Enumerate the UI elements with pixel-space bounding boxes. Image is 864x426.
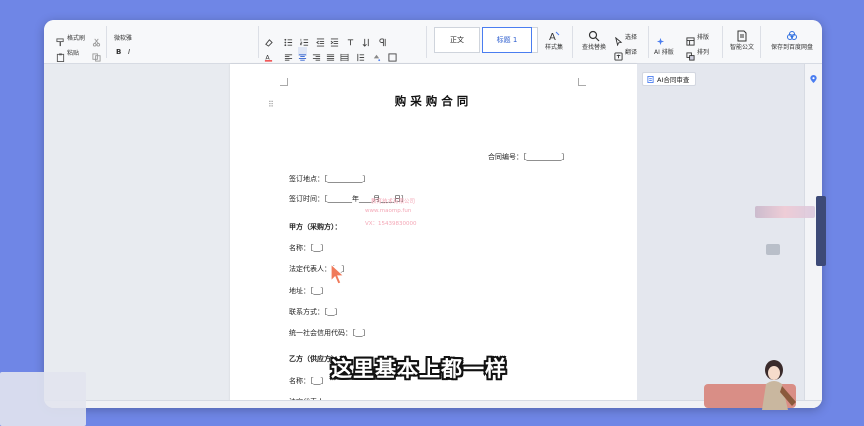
cloud-icon bbox=[786, 27, 798, 40]
numbered-list-icon[interactable] bbox=[300, 32, 309, 46]
save-to-cloud-button[interactable]: 保存到百度网盘 bbox=[766, 24, 818, 60]
contract-number: 合同编号：［__________］ bbox=[488, 153, 569, 161]
party-a-heading: 甲方（采购方）： bbox=[289, 223, 342, 231]
arrange-icon[interactable] bbox=[686, 46, 695, 61]
copy-icon[interactable] bbox=[92, 47, 101, 62]
margin-corner-tr bbox=[578, 78, 586, 86]
align-left-icon[interactable] bbox=[284, 47, 293, 61]
blurred-overlay-small bbox=[766, 244, 780, 255]
increase-indent-icon[interactable] bbox=[330, 32, 339, 47]
sign-place: 签订地点：［__________］ bbox=[289, 175, 370, 183]
paragraph-group bbox=[282, 24, 422, 62]
watermark-line-2: www.maomp.fun bbox=[365, 208, 412, 214]
show-marks-icon[interactable] bbox=[378, 32, 387, 47]
document-title: 购采购合同 bbox=[394, 94, 473, 108]
clipboard-group: 格式刷 粘贴 bbox=[52, 24, 102, 62]
watermark-line-1: 教育技术有限公司 bbox=[371, 199, 416, 205]
paste-button[interactable]: 粘贴 bbox=[67, 48, 79, 57]
layout-button[interactable]: 排版 bbox=[697, 32, 709, 41]
distribute-icon[interactable] bbox=[340, 47, 349, 62]
mouse-cursor-icon bbox=[330, 263, 346, 285]
bold-button[interactable]: B bbox=[116, 48, 121, 56]
italic-button[interactable]: I bbox=[128, 48, 130, 56]
format-painter-button[interactable]: 格式刷 bbox=[67, 33, 85, 42]
justify-icon[interactable] bbox=[326, 47, 335, 61]
location-pin-icon[interactable] bbox=[809, 69, 818, 84]
blurred-overlay-left bbox=[0, 372, 86, 426]
ribbon-toolbar: 格式刷 粘贴 微软雅 B I A 正文 标题 1 A 样式集 查找替换 选择 翻… bbox=[44, 20, 822, 64]
paste-icon[interactable] bbox=[56, 47, 65, 62]
blurred-overlay-right bbox=[755, 206, 815, 218]
find-replace-button[interactable]: 查找替换 bbox=[576, 24, 612, 60]
translate-icon[interactable] bbox=[614, 46, 623, 61]
line-spacing-icon[interactable] bbox=[356, 47, 365, 62]
wps-window: 格式刷 粘贴 微软雅 B I A 正文 标题 1 A 样式集 查找替换 选择 翻… bbox=[44, 20, 822, 408]
dark-edge-overlay bbox=[816, 196, 826, 266]
margin-corner-tl bbox=[280, 78, 288, 86]
bullet-list-icon[interactable] bbox=[284, 32, 293, 47]
cut-icon[interactable] bbox=[92, 32, 101, 47]
select-button[interactable]: 选择 bbox=[625, 32, 637, 41]
select-icon[interactable] bbox=[614, 31, 623, 47]
style-normal[interactable]: 正文 bbox=[434, 27, 480, 53]
font-group: 微软雅 B I bbox=[110, 24, 260, 62]
translate-button[interactable]: 翻译 bbox=[625, 47, 637, 56]
smart-doc-button[interactable]: 智能公文 bbox=[724, 24, 760, 60]
text-direction-icon[interactable] bbox=[346, 32, 355, 46]
format-painter-icon[interactable] bbox=[56, 32, 65, 47]
search-icon bbox=[588, 27, 600, 42]
party-b-name: 名称：［__］ bbox=[289, 377, 328, 385]
layout-icon[interactable] bbox=[686, 31, 695, 46]
font-name-select[interactable]: 微软雅 bbox=[114, 33, 132, 42]
party-a-address: 地址：［__］ bbox=[289, 287, 328, 295]
ai-layout-button[interactable]: AI 排版 bbox=[654, 47, 674, 56]
align-center-icon[interactable] bbox=[298, 47, 307, 61]
party-a-contact: 联系方式：［__］ bbox=[289, 308, 342, 316]
ai-doc-icon bbox=[647, 75, 654, 83]
styles-gallery-button[interactable]: A 样式集 bbox=[536, 24, 572, 60]
watermark-line-3: VX：15439830000 bbox=[365, 221, 417, 227]
party-a-credit-code: 统一社会信用代码：［__］ bbox=[289, 329, 370, 337]
shading-icon[interactable] bbox=[372, 47, 381, 62]
styles-icon: A bbox=[548, 27, 560, 43]
ai-layout-icon[interactable] bbox=[656, 31, 665, 46]
party-a-name: 名称：［__］ bbox=[289, 244, 328, 252]
character-illustration-icon bbox=[762, 360, 796, 410]
ai-contract-review-button[interactable]: AI合同审查 bbox=[642, 72, 697, 86]
decrease-indent-icon[interactable] bbox=[316, 32, 325, 47]
clear-format-icon[interactable] bbox=[264, 32, 273, 47]
video-subtitle: 这里基本上都一样 bbox=[331, 357, 507, 381]
arrange-button[interactable]: 排列 bbox=[697, 47, 709, 56]
svg-text:A: A bbox=[549, 32, 556, 42]
document-icon bbox=[736, 27, 748, 42]
sort-icon[interactable] bbox=[362, 32, 371, 47]
border-icon[interactable] bbox=[388, 47, 397, 62]
align-right-icon[interactable] bbox=[312, 47, 321, 61]
style-heading-1[interactable]: 标题 1 bbox=[482, 27, 532, 53]
font-color-icon[interactable]: A bbox=[264, 47, 273, 62]
